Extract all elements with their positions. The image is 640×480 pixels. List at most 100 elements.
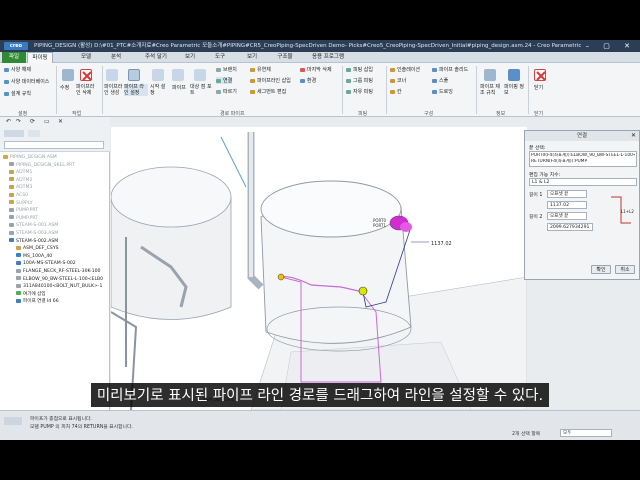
undo-icon[interactable]: ↶ xyxy=(6,118,11,125)
tree-item[interactable]: ADTM2 xyxy=(9,177,32,184)
drawing-button[interactable]: 드로잉 xyxy=(432,88,453,95)
editable-dims-select[interactable]: L1 & L2 xyxy=(529,178,637,186)
status-icons[interactable] xyxy=(4,417,22,425)
tab-file[interactable]: 파일 xyxy=(2,52,26,63)
close-window-icon[interactable]: ✕ xyxy=(58,118,63,125)
dialog-close-icon[interactable]: ✕ xyxy=(631,132,636,139)
close-icon[interactable] xyxy=(534,69,546,81)
connect-button[interactable]: 연결 xyxy=(216,77,233,84)
drag-handle-start[interactable] xyxy=(277,273,285,281)
cancel-button[interactable]: 취소 xyxy=(615,265,635,274)
flexible-button[interactable]: 유연체 xyxy=(250,66,271,73)
environment-button[interactable]: 환경 xyxy=(300,77,316,84)
delete-last-button[interactable]: 마지막 삭제 xyxy=(300,66,332,73)
tree-item[interactable]: FLANGE_NECK_RF-STEEL-30K-100 xyxy=(16,268,100,275)
regenerate-icon[interactable]: ⟳ xyxy=(30,118,35,125)
delete-icon[interactable] xyxy=(80,69,92,81)
tree-item[interactable]: PUMP.PRT xyxy=(9,207,38,214)
create-pipeline-label[interactable]: 파이프라인 생성 xyxy=(104,84,124,96)
tree-tab-layers[interactable] xyxy=(28,130,40,137)
status-message-2: 모델 PUMP 의 피처 74의 RETURN을 표시합니다. xyxy=(30,425,133,430)
tree-item[interactable]: ADTM1 xyxy=(9,169,32,176)
target-port-icon[interactable] xyxy=(194,69,206,81)
spool-button[interactable]: 스풀 xyxy=(432,77,448,84)
close-label[interactable]: 닫기 xyxy=(534,84,543,91)
tab-view[interactable]: 보기 xyxy=(178,52,202,63)
follow-button[interactable]: 따르기 xyxy=(216,88,237,95)
tab-tools[interactable]: 도구 xyxy=(208,52,232,63)
pipe-icon[interactable] xyxy=(172,69,184,81)
selection-filter[interactable]: 모두 xyxy=(560,429,612,437)
tab-model[interactable]: 모델 xyxy=(74,52,98,63)
tree-item[interactable]: STEAM-S-002.ASM xyxy=(9,238,58,245)
modify-icon[interactable] xyxy=(62,69,74,81)
model-view[interactable]: 1137.02 PORT0 PORT1 ASM_DEF_CSYS xyxy=(111,127,527,410)
cut-button[interactable]: 칸 xyxy=(390,88,402,95)
reference-list[interactable]: PORT0(F4(좌표계)):ELBOW_90_BW-STEEL-L-100<E… xyxy=(529,151,637,167)
tree-item[interactable]: ACS0 xyxy=(9,192,28,199)
redo-icon[interactable]: ↷ xyxy=(16,118,21,125)
pipe-rule-icon[interactable] xyxy=(484,69,496,81)
tab-analysis[interactable]: 분석 xyxy=(104,52,128,63)
design-rules-button[interactable]: 설계 규칙 xyxy=(4,90,31,97)
create-pipeline-icon[interactable] xyxy=(106,69,118,81)
tree-item-icon xyxy=(9,162,14,167)
modify-label[interactable]: 수정 xyxy=(60,84,69,91)
delete-pipeline-label[interactable]: 파이프라인 삭제 xyxy=(76,84,98,96)
tree-item[interactable]: ADTM3 xyxy=(9,184,32,191)
set-pipeline-button[interactable]: 파이프 라인 설정 xyxy=(124,84,148,96)
tree-item-label: PUMP.PRT xyxy=(16,215,39,221)
set-pipeline-icon[interactable] xyxy=(128,69,140,81)
tab-structure[interactable]: 구조물 xyxy=(270,52,300,63)
tree-item[interactable]: 311A840100<BOLT_NUT_BULK>-1 xyxy=(16,283,102,290)
tab-view-2[interactable]: 보기 xyxy=(240,52,264,63)
tree-item[interactable]: STEAM-S-001.ASM xyxy=(9,222,58,229)
pipe-label[interactable]: 파이프 xyxy=(172,84,186,91)
spec-off-button[interactable]: 사양 해제 xyxy=(4,66,31,73)
length2-mode-select[interactable]: 오프셋 끝 xyxy=(547,212,587,220)
tree-tab-model[interactable] xyxy=(4,130,24,137)
corner-button[interactable]: 코너 xyxy=(390,77,406,84)
pipe-solid-button[interactable]: 파이프 솔리드 xyxy=(432,66,468,73)
ok-button[interactable]: 확인 xyxy=(591,265,611,274)
group-fitting-button[interactable]: 그룹 피팅 xyxy=(346,77,373,84)
branch-button[interactable]: 브랜치 xyxy=(216,66,237,73)
tab-annotate[interactable]: 주석 달기 xyxy=(138,52,174,63)
length2-input[interactable]: 2099.627934291 xyxy=(547,223,593,231)
tree-item[interactable]: PUMP.PRT xyxy=(9,215,38,222)
insert-pipeline-button[interactable]: 파이프라인 삽입 xyxy=(250,77,291,84)
tree-search-input[interactable] xyxy=(4,141,104,149)
insert-fitting-button[interactable]: 피팅 삽입 xyxy=(346,66,373,73)
tree-item-icon xyxy=(16,245,21,250)
piping-info-label[interactable]: 파이핑 정보 xyxy=(504,84,524,96)
tab-piping[interactable]: 파이핑 xyxy=(27,52,53,63)
set-start-icon[interactable] xyxy=(152,69,164,81)
tree-item[interactable]: STEAM-S-003.ASM xyxy=(9,230,58,237)
window-controls[interactable]: – ▢ ✕ xyxy=(586,40,636,52)
tab-applications[interactable]: 응용 프로그램 xyxy=(306,52,350,63)
window-icon[interactable]: ▭ xyxy=(44,118,50,125)
tree-item[interactable]: PIPING_DESIGN_SKEL.PRT xyxy=(9,162,75,169)
edit-segment-button[interactable]: 세그먼트 편집 xyxy=(250,88,286,95)
length1-mode-select[interactable]: 오프셋 끝 xyxy=(547,190,587,198)
tree-item[interactable]: ASM_DEF_CSYS xyxy=(16,245,59,252)
tree-item[interactable]: MS_100A_40 xyxy=(16,253,52,260)
length1-input[interactable]: 1137.02 xyxy=(547,201,587,209)
free-fitting-button[interactable]: 자유 피팅 xyxy=(346,88,373,95)
insulation-button[interactable]: 인솔레이션 xyxy=(390,66,420,73)
target-port-label[interactable]: 대상 점 포트 xyxy=(190,84,212,96)
tree-item[interactable]: ELBOW_90_BW-STEEL-L-100<ELB0 xyxy=(16,276,103,283)
piping-info-icon[interactable] xyxy=(508,69,520,81)
tree-item-icon xyxy=(9,222,14,227)
tree-item[interactable]: 파이프 연결 Id 66 xyxy=(16,298,59,305)
tree-item[interactable]: SUPPLY xyxy=(9,200,33,207)
tree-item[interactable]: 100A-MS-STEAM-S-002 xyxy=(16,260,76,267)
graphics-window[interactable]: 1137.02 PORT0 PORT1 ASM_DEF_CSYS xyxy=(111,127,527,410)
spec-database-button[interactable]: 사양 데이터베이스 xyxy=(4,78,49,85)
tree-item[interactable]: PIPING_DESIGN.ASM xyxy=(3,154,57,161)
drag-handle-active[interactable] xyxy=(358,286,368,296)
pipe-rule-label[interactable]: 파이프 제조 규칙 xyxy=(480,84,502,96)
set-start-label[interactable]: 시작 설정 xyxy=(150,84,168,96)
tree-item-icon xyxy=(9,238,14,243)
tree-item[interactable]: 여기에 삽입 xyxy=(16,291,46,298)
